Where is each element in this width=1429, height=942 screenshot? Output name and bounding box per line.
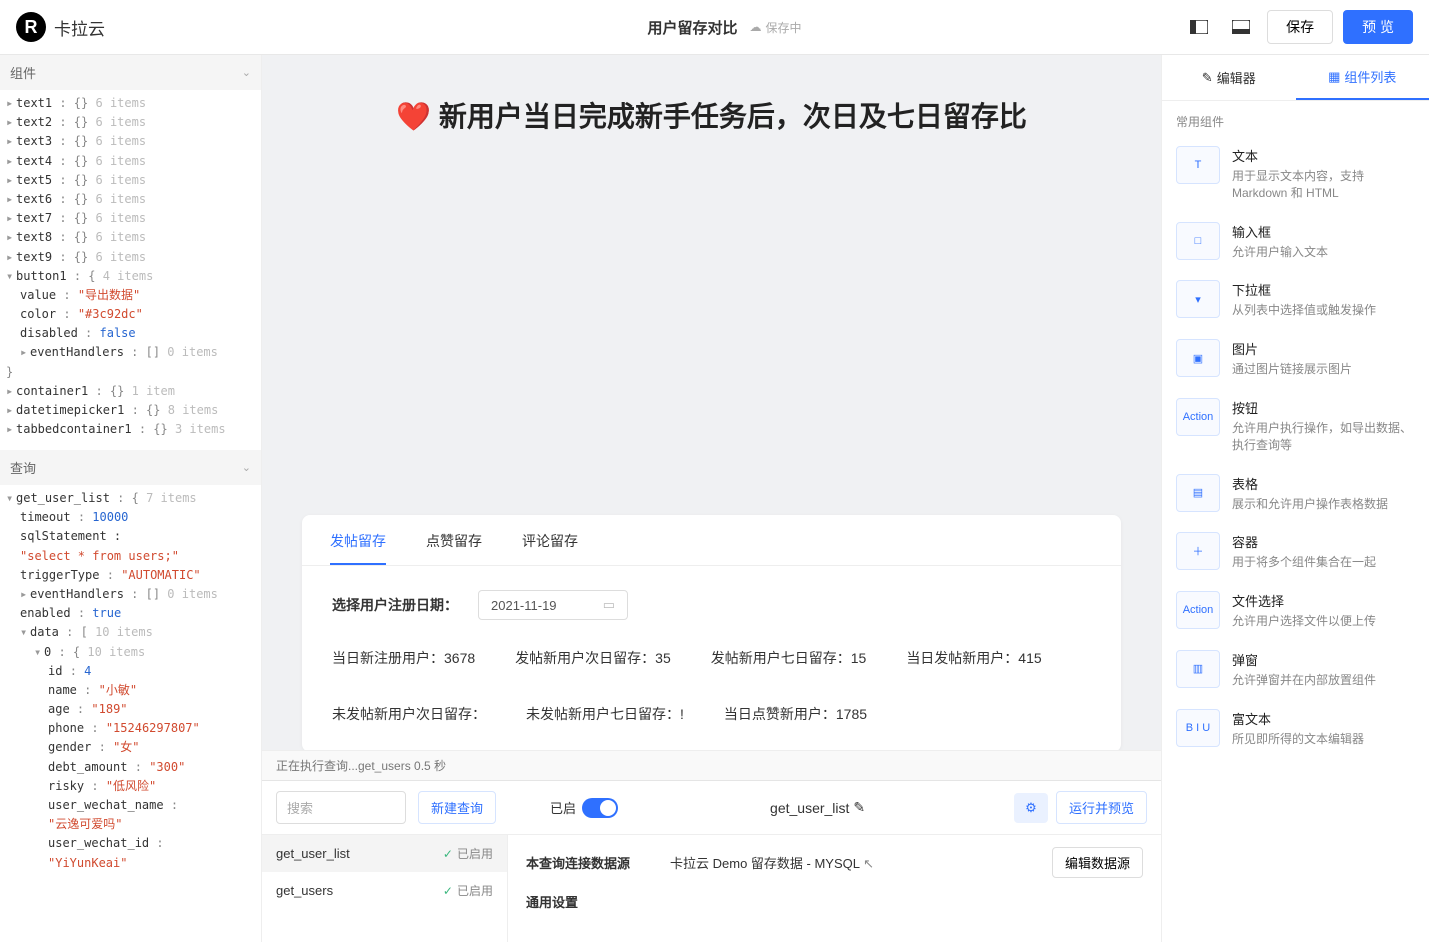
component-icon: ▥: [1176, 650, 1220, 688]
component-icon: ▣: [1176, 339, 1220, 377]
hero-text: ❤️ 新用户当日完成新手任务后，次日及七日留存比: [302, 95, 1121, 135]
component-item[interactable]: Action按钮允许用户执行操作，如导出数据、执行查询等: [1162, 388, 1429, 464]
component-item[interactable]: ▾下拉框从列表中选择值或触发操作: [1162, 270, 1429, 329]
edit-datasource-button[interactable]: 编辑数据源: [1052, 847, 1143, 878]
chevron-down-icon: ⌄: [242, 66, 251, 79]
top-bar: R 卡拉云 用户留存对比 ☁ 保存中 保存 预 览: [0, 0, 1429, 55]
tab-comment[interactable]: 评论留存: [522, 531, 578, 565]
query-running-status: 正在执行查询...get_users 0.5 秒: [262, 750, 1161, 780]
layout-bottom-icon[interactable]: [1225, 13, 1257, 41]
component-item[interactable]: Action文件选择允许用户选择文件以便上传: [1162, 581, 1429, 640]
components-panel-header[interactable]: 组件 ⌄: [0, 55, 261, 90]
pencil-icon: ✎: [1202, 70, 1213, 86]
stat-b: 发帖新用户次日留存：35: [515, 648, 671, 668]
component-icon: ▤: [1176, 474, 1220, 512]
left-sidebar: 组件 ⌄ ▸text1 : {} 6 items▸text2 : {} 6 it…: [0, 55, 262, 942]
save-status: ☁ 保存中: [750, 19, 802, 36]
component-item[interactable]: ▤表格展示和允许用户操作表格数据: [1162, 464, 1429, 523]
retention-card: 发帖留存 点赞留存 评论留存 选择用户注册日期： 2021-11-19 ▭: [302, 515, 1121, 750]
save-button[interactable]: 保存: [1267, 10, 1333, 44]
stat-g: 当日点赞新用户：1785: [724, 704, 867, 724]
component-icon: ▾: [1176, 280, 1220, 318]
component-list: T文本用于显示文本内容，支持 Markdown 和 HTML□输入框允许用户输入…: [1162, 136, 1429, 942]
stat-d: 当日发帖新用户：415: [906, 648, 1041, 668]
stat-c: 发帖新用户七日留存：15: [711, 648, 867, 668]
grid-icon: ▦: [1328, 69, 1340, 85]
brand-name: 卡拉云: [54, 15, 105, 40]
common-components-label: 常用组件: [1162, 101, 1429, 136]
heart-icon: ❤️: [396, 101, 431, 132]
tab-editor[interactable]: ✎编辑器: [1162, 55, 1296, 100]
datasource-value: 卡拉云 Demo 留存数据 - MYSQL ↖: [670, 853, 874, 872]
query-search-input[interactable]: 搜索: [276, 791, 406, 824]
chevron-down-icon: ⌄: [242, 461, 251, 474]
edit-icon: ✎: [853, 799, 865, 816]
queries-tree[interactable]: ▾get_user_list : { 7 itemstimeout : 1000…: [0, 485, 261, 942]
component-icon: ＋: [1176, 532, 1220, 570]
component-item[interactable]: B I U富文本所见即所得的文本编辑器: [1162, 699, 1429, 758]
general-settings-label: 通用设置: [526, 892, 1143, 911]
right-sidebar: ✎编辑器 ▦组件列表 常用组件 T文本用于显示文本内容，支持 Markdown …: [1161, 55, 1429, 942]
tab-post[interactable]: 发帖留存: [330, 531, 386, 565]
component-icon: T: [1176, 146, 1220, 184]
bottom-pane: 搜索 新建查询 已启 get_user_list ✎ ⚙ 运行并预览: [262, 780, 1161, 942]
check-circle-icon: ✓: [443, 884, 453, 898]
component-icon: □: [1176, 222, 1220, 260]
stat-e: 未发帖新用户次日留存：: [332, 704, 486, 724]
component-icon: Action: [1176, 591, 1220, 629]
new-query-button[interactable]: 新建查询: [418, 791, 496, 824]
query-item[interactable]: get_user_list✓已启用: [262, 835, 507, 872]
preview-button[interactable]: 预 览: [1343, 10, 1413, 44]
queries-panel-header[interactable]: 查询 ⌄: [0, 450, 261, 485]
run-preview-button[interactable]: 运行并预览: [1056, 791, 1147, 824]
app-logo: R: [16, 12, 46, 42]
component-item[interactable]: ▥弹窗允许弹窗并在内部放置组件: [1162, 640, 1429, 699]
calendar-icon: ▭: [603, 597, 615, 613]
query-list: get_user_list✓已启用get_users✓已启用: [262, 835, 508, 942]
settings-icon[interactable]: ⚙: [1014, 793, 1048, 823]
query-name-title[interactable]: get_user_list ✎: [770, 799, 865, 816]
date-label: 选择用户注册日期：: [332, 595, 458, 615]
tab-like[interactable]: 点赞留存: [426, 531, 482, 565]
component-icon: B I U: [1176, 709, 1220, 747]
switch-icon: [582, 798, 618, 818]
enabled-toggle[interactable]: 已启: [550, 798, 618, 818]
components-tree[interactable]: ▸text1 : {} 6 items▸text2 : {} 6 items▸t…: [0, 90, 261, 450]
component-item[interactable]: ＋容器用于将多个组件集合在一起: [1162, 522, 1429, 581]
canvas-area: ❤️ 新用户当日完成新手任务后，次日及七日留存比 发帖留存 点赞留存 评论留存 …: [262, 55, 1161, 942]
stat-f: 未发帖新用户七日留存：!: [526, 704, 684, 724]
check-circle-icon: ✓: [443, 847, 453, 861]
stat-a: 当日新注册用户：3678: [332, 648, 475, 668]
component-item[interactable]: T文本用于显示文本内容，支持 Markdown 和 HTML: [1162, 136, 1429, 212]
tab-component-list[interactable]: ▦组件列表: [1296, 55, 1429, 100]
query-item[interactable]: get_users✓已启用: [262, 872, 507, 909]
component-item[interactable]: ▣图片通过图片链接展示图片: [1162, 329, 1429, 388]
cursor-icon: ↖: [863, 856, 874, 871]
component-icon: Action: [1176, 398, 1220, 436]
datasource-label: 本查询连接数据源: [526, 853, 630, 872]
component-item[interactable]: □输入框允许用户输入文本: [1162, 212, 1429, 271]
page-title: 用户留存对比: [648, 17, 738, 38]
layout-left-icon[interactable]: [1183, 13, 1215, 41]
cloud-icon: ☁: [750, 20, 762, 34]
date-input[interactable]: 2021-11-19 ▭: [478, 590, 628, 620]
